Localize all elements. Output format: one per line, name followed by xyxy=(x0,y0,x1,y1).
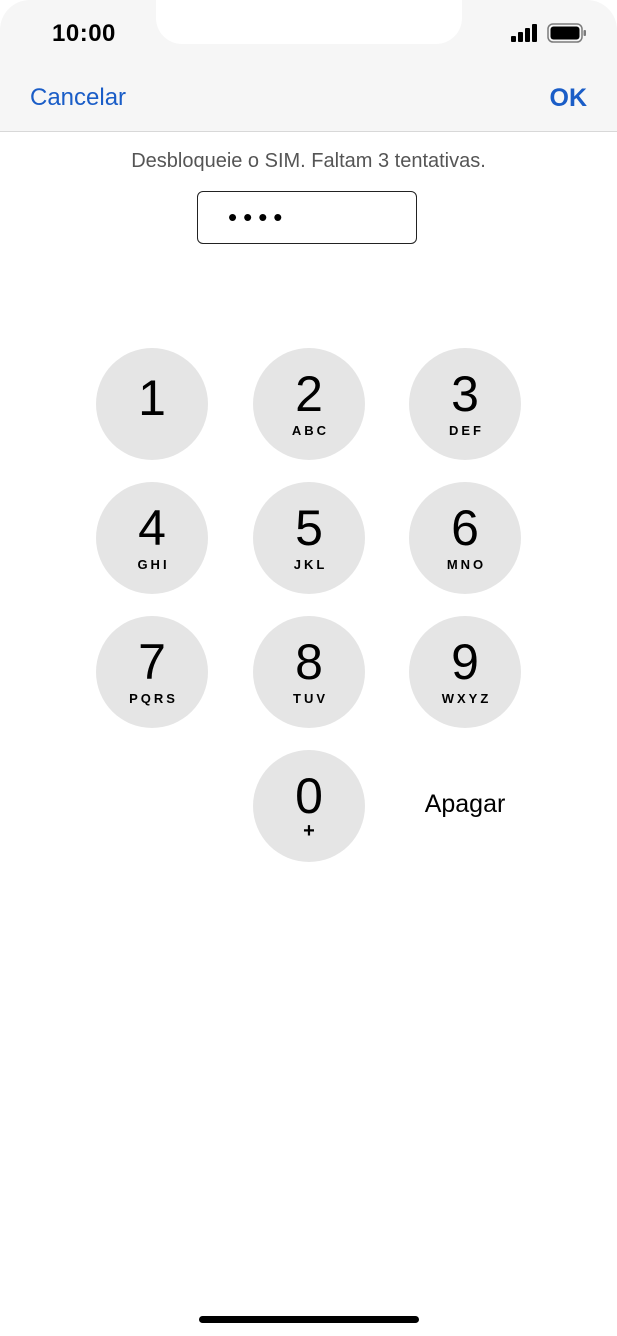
delete-button[interactable]: Apagar xyxy=(409,790,521,819)
status-time: 10:00 xyxy=(52,20,116,47)
keypad-key-5[interactable]: 5 JKL xyxy=(253,482,365,594)
key-digit: 6 xyxy=(451,500,479,556)
key-digit: 4 xyxy=(138,500,166,556)
sim-unlock-screen: 10:00 Cancelar OK Desbloqueie o SIM. Fal… xyxy=(0,0,617,1336)
keypad-key-3[interactable]: 3 DEF xyxy=(409,348,521,460)
key-letters: WXYZ xyxy=(441,691,492,706)
keypad-key-1[interactable]: 1 xyxy=(96,348,208,460)
keypad-key-9[interactable]: 9 WXYZ xyxy=(409,616,521,728)
keypad-key-4[interactable]: 4 GHI xyxy=(96,482,208,594)
key-digit: 9 xyxy=(451,634,479,690)
notch xyxy=(156,0,462,44)
key-letters: DEF xyxy=(449,423,484,438)
key-digit: 5 xyxy=(295,500,323,556)
keypad-key-6[interactable]: 6 MNO xyxy=(409,482,521,594)
key-plus-symbol: + xyxy=(303,820,315,842)
key-letters: TUV xyxy=(293,691,328,706)
ok-button[interactable]: OK xyxy=(550,84,588,113)
cancel-button[interactable]: Cancelar xyxy=(30,84,126,112)
key-digit: 8 xyxy=(295,634,323,690)
key-digit: 2 xyxy=(295,366,323,422)
key-letters: PQRS xyxy=(129,691,178,706)
keypad-key-2[interactable]: 2 ABC xyxy=(253,348,365,460)
key-digit: 3 xyxy=(451,366,479,422)
keypad-key-0[interactable]: 0 + xyxy=(253,750,365,862)
sim-unlock-prompt: Desbloqueie o SIM. Faltam 3 tentativas. xyxy=(131,150,486,172)
key-digit: 0 xyxy=(295,768,323,824)
battery-full-icon xyxy=(547,23,586,43)
key-digit: 7 xyxy=(138,634,166,690)
home-indicator[interactable] xyxy=(199,1316,419,1323)
keypad-key-7[interactable]: 7 PQRS xyxy=(96,616,208,728)
status-icons xyxy=(511,23,587,43)
key-letters: ABC xyxy=(291,423,330,438)
keypad-key-8[interactable]: 8 TUV xyxy=(253,616,365,728)
key-letters: JKL xyxy=(293,557,328,572)
top-bar: 10:00 Cancelar OK xyxy=(0,0,617,132)
key-digit: 1 xyxy=(138,370,166,426)
key-letters: MNO xyxy=(446,557,487,572)
key-letters: GHI xyxy=(137,557,170,572)
cellular-signal-icon xyxy=(511,24,537,42)
pin-input[interactable]: •••• xyxy=(197,191,417,244)
